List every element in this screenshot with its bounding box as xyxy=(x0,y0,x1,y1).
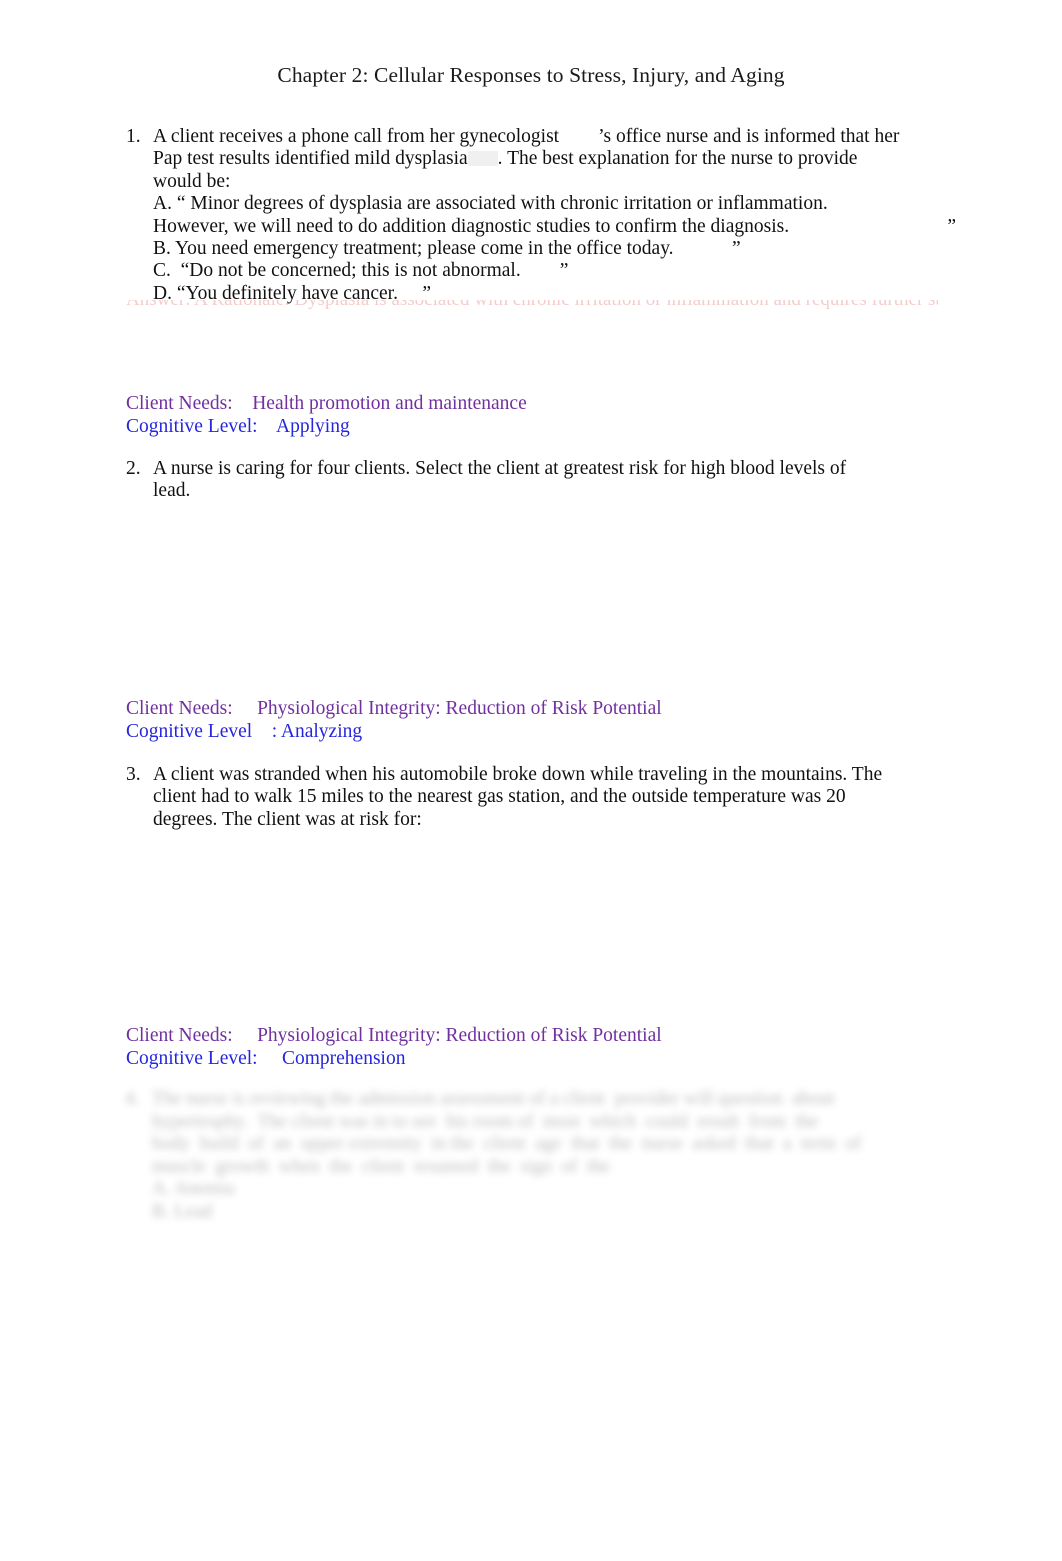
question-1-option-a-trailing-quote: ” xyxy=(947,215,956,237)
question-1-client-needs-row: Client Needs: Health promotion and maint… xyxy=(126,392,956,415)
question-3-stem-line-2: client had to walk 15 miles to the neare… xyxy=(153,786,846,808)
question-1-stem-line-2: Pap test results identified mild dysplas… xyxy=(153,148,956,170)
question-1-option-a-line-2-text: However, we will need to do addition dia… xyxy=(153,215,790,237)
question-1: 1. A client receives a phone call from h… xyxy=(126,126,956,305)
question-3-cognitive-level-value: Comprehension xyxy=(281,1048,406,1069)
question-2-cognitive-level-label: Cognitive Level xyxy=(126,721,267,742)
question-3-stem-line-1: A client was stranded when his automobil… xyxy=(153,764,883,785)
question-2-client-needs-label: Client Needs: xyxy=(126,698,233,719)
question-2-number: 2. xyxy=(126,458,141,479)
question-1-cognitive-level-label: Cognitive Level: xyxy=(126,416,258,437)
question-1-cognitive-level-row: Cognitive Level: Applying xyxy=(126,415,956,438)
question-1-stem-line-2a: Pap test results identified mild dysplas… xyxy=(153,148,468,170)
question-1-stem-line-3: would be: xyxy=(153,170,231,192)
question-1-stem-line-2b: . The best explanation for the nurse to … xyxy=(497,148,858,170)
question-1-clipped-rationale: Answer: A Rationale: Dysplasia is associ… xyxy=(126,300,938,311)
question-1-stem: A client receives a phone call from her … xyxy=(153,126,956,305)
redacted-question-4-line-2: hypertrophy. The client was in to see hi… xyxy=(152,1110,819,1132)
page-title: Chapter 2: Cellular Responses to Stress,… xyxy=(277,63,785,87)
redacted-question-4-row: 4. The nurse is reviewing the admission … xyxy=(125,1088,940,1223)
redacted-question-4: 4. The nurse is reviewing the admission … xyxy=(125,1088,940,1228)
question-3-stem-line-3: degrees. The client was at risk for: xyxy=(153,808,422,830)
question-2-client-needs-value: Physiological Integrity: Reduction of Ri… xyxy=(257,698,662,719)
question-1-option-b[interactable]: B. You need emergency treatment; please … xyxy=(153,238,956,260)
question-2-cognitive-level-row: Cognitive Level : Analyzing xyxy=(126,720,956,743)
question-1-cognitive-level-value: Applying xyxy=(276,416,350,437)
question-2-stem-line-1: A nurse is caring for four clients. Sele… xyxy=(153,458,847,479)
question-3-cognitive-level-label: Cognitive Level: xyxy=(126,1048,258,1069)
redacted-question-4-option-a: A. Anemia xyxy=(152,1178,235,1199)
question-1-stem-line-1: A client receives a phone call from her … xyxy=(153,126,900,147)
redacted-question-4-body: The nurse is reviewing the admission ass… xyxy=(152,1088,940,1223)
question-2-client-needs-row: Client Needs: Physiological Integrity: R… xyxy=(126,697,956,720)
question-1-client-needs-value: Health promotion and maintenance xyxy=(252,393,527,414)
question-3-client-needs-row: Client Needs: Physiological Integrity: R… xyxy=(126,1024,956,1047)
redacted-question-4-option-b: B. Lead xyxy=(152,1200,213,1222)
question-3-row: 3. A client was stranded when his automo… xyxy=(126,764,956,831)
question-1-row: 1. A client receives a phone call from h… xyxy=(126,126,956,305)
question-2-row: 2. A nurse is caring for four clients. S… xyxy=(126,458,956,503)
question-1-option-a-line-2[interactable]: However, we will need to do addition dia… xyxy=(153,216,956,238)
redaction-shade xyxy=(467,151,498,167)
document-page: Chapter 2: Cellular Responses to Stress,… xyxy=(0,0,1062,1561)
redacted-question-4-number: 4. xyxy=(125,1088,140,1109)
redacted-question-4-line-1: The nurse is reviewing the admission ass… xyxy=(152,1088,835,1109)
question-2-stem-line-2: lead. xyxy=(153,480,191,502)
question-2-stem: A nurse is caring for four clients. Sele… xyxy=(153,458,956,503)
question-1-option-c[interactable]: C. “Do not be concerned; this is not abn… xyxy=(153,260,956,282)
question-3-metadata: Client Needs: Physiological Integrity: R… xyxy=(126,1024,956,1070)
question-3-cognitive-level-row: Cognitive Level: Comprehension xyxy=(126,1047,956,1070)
redacted-question-4-line-3: body build of an upper extremity in the … xyxy=(152,1133,862,1154)
question-3-stem: A client was stranded when his automobil… xyxy=(153,764,956,831)
question-3-client-needs-label: Client Needs: xyxy=(126,1025,233,1046)
question-3-number: 3. xyxy=(126,764,141,785)
question-3: 3. A client was stranded when his automo… xyxy=(126,764,956,831)
question-2-cognitive-level-value: : Analyzing xyxy=(271,721,363,742)
question-1-client-needs-label: Client Needs: xyxy=(126,393,233,414)
question-1-metadata: Client Needs: Health promotion and maint… xyxy=(126,392,956,438)
question-1-option-a-line-1[interactable]: A. “ Minor degrees of dysplasia are asso… xyxy=(153,193,956,215)
redacted-question-4-line-4: muscle growth when the client resumed th… xyxy=(152,1155,611,1177)
question-1-number: 1. xyxy=(126,126,141,147)
question-1-clipped-rationale-text: Answer: A Rationale: Dysplasia is associ… xyxy=(126,300,938,311)
question-2-metadata: Client Needs: Physiological Integrity: R… xyxy=(126,697,956,743)
question-2: 2. A nurse is caring for four clients. S… xyxy=(126,458,956,503)
question-3-client-needs-value: Physiological Integrity: Reduction of Ri… xyxy=(257,1025,662,1046)
